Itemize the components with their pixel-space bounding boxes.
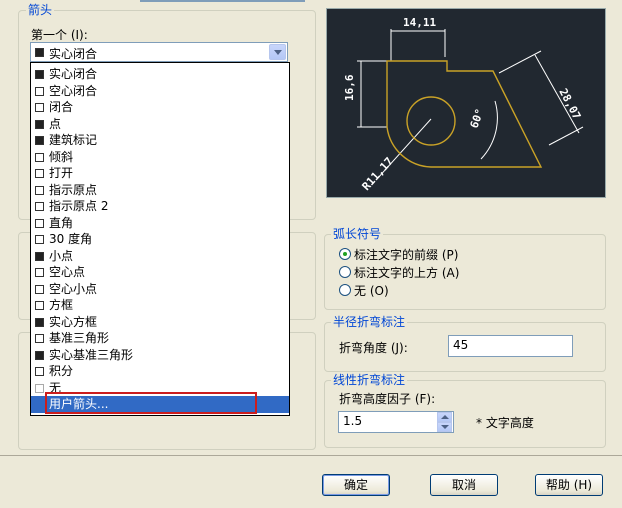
none-icon	[35, 383, 44, 393]
arrows-group-title: 箭头	[26, 3, 55, 17]
spin-up-icon[interactable]	[437, 412, 452, 422]
right-angle-icon	[35, 218, 44, 228]
radio-above-label[interactable]: 标注文字的上方 (A)	[354, 264, 459, 281]
arrow-option[interactable]: 实心闭合	[31, 66, 289, 83]
datum-filled-icon	[35, 350, 44, 360]
arrow-option[interactable]: 实心方框	[31, 314, 289, 331]
chevron-down-icon[interactable]	[269, 44, 286, 60]
solid-closed-arrow-icon	[35, 70, 44, 79]
arrow-option[interactable]: 方框	[31, 297, 289, 314]
arrow-option[interactable]: 直角	[31, 215, 289, 232]
jog-angle-input[interactable]: 45	[448, 335, 573, 357]
ok-button[interactable]: 确定	[322, 474, 390, 496]
arch-tick-icon	[35, 136, 44, 145]
arrow-option[interactable]: 打开	[31, 165, 289, 182]
box-blank-icon	[35, 301, 44, 310]
arrow-option[interactable]: 指示原点	[31, 182, 289, 199]
closed-blank-arrow-icon	[35, 86, 44, 96]
tab-strip	[0, 0, 622, 4]
dim-radius-label: R11,17	[360, 155, 396, 193]
arrow-option[interactable]: 基准三角形	[31, 330, 289, 347]
text-height-suffix: * 文字高度	[476, 416, 534, 430]
spin-down-icon[interactable]	[437, 422, 452, 432]
box-filled-icon	[35, 317, 44, 327]
radio-above[interactable]	[339, 266, 351, 278]
radio-none-label[interactable]: 无 (O)	[354, 282, 389, 299]
highlight-box	[45, 392, 257, 414]
arrow-option[interactable]: 指示原点 2	[31, 198, 289, 215]
dim-top-label: 14,11	[403, 16, 436, 29]
jog-angle-label: 折弯角度 (J):	[339, 341, 408, 355]
arrow-option[interactable]: 实心基准三角形	[31, 347, 289, 364]
tab-edge	[140, 0, 305, 2]
arrow-option[interactable]: 小点	[31, 248, 289, 265]
oblique-icon	[35, 152, 44, 162]
cancel-button[interactable]: 取消	[430, 474, 498, 496]
open-30-icon	[35, 235, 44, 244]
radius-jog-title: 半径折弯标注	[331, 315, 408, 329]
arrow-option[interactable]: 积分	[31, 363, 289, 380]
first-arrow-label: 第一个 (I):	[31, 28, 88, 42]
dim-angle-label: 60°	[468, 107, 487, 130]
radio-prefix-label[interactable]: 标注文字的前缀 (P)	[354, 246, 458, 263]
origin-indicator-2-icon	[35, 202, 44, 211]
arrow-option[interactable]: 倾斜	[31, 149, 289, 166]
preview-drawing: 14,11 16,6 28,07 60° R11,17	[343, 16, 583, 193]
dot-icon	[35, 119, 44, 129]
footer-separator	[0, 455, 622, 456]
open-arrow-icon	[35, 169, 44, 178]
arrow-option[interactable]: 空心闭合	[31, 83, 289, 100]
arc-symbol-title: 弧长符号	[331, 227, 384, 241]
solid-closed-arrow-icon	[35, 48, 44, 57]
jog-height-label: 折弯高度因子 (F):	[339, 392, 436, 406]
first-arrow-value: 实心闭合	[49, 47, 98, 61]
dot-small-blank-icon	[35, 284, 44, 294]
linear-jog-title: 线性折弯标注	[331, 373, 408, 387]
arrow-option[interactable]: 点	[31, 116, 289, 133]
dim-left-label: 16,6	[343, 74, 356, 101]
arrow-option[interactable]: 空心点	[31, 264, 289, 281]
arrow-option[interactable]: 30 度角	[31, 231, 289, 248]
arrow-option[interactable]: 空心小点	[31, 281, 289, 298]
arrow-dropdown-list[interactable]: 实心闭合 空心闭合 闭合 点 建筑标记 倾斜 打开 指示原点 指示原点 2 直角…	[30, 62, 290, 416]
closed-arrow-icon	[35, 103, 44, 112]
radio-none[interactable]	[339, 284, 351, 296]
arrow-option[interactable]: 闭合	[31, 99, 289, 116]
dot-blank-icon	[35, 268, 44, 277]
datum-blank-icon	[35, 334, 44, 343]
dot-small-icon	[35, 251, 44, 261]
help-button[interactable]: 帮助 (H)	[535, 474, 603, 496]
radio-prefix[interactable]	[339, 248, 351, 260]
arrow-option[interactable]: 建筑标记	[31, 132, 289, 149]
jog-height-spinner[interactable]	[437, 412, 452, 432]
integral-icon	[35, 367, 44, 376]
origin-indicator-icon	[35, 185, 44, 195]
first-arrow-combo[interactable]: 实心闭合	[30, 42, 288, 62]
dimension-preview: 14,11 16,6 28,07 60° R11,17	[326, 8, 606, 198]
dim-right-label: 28,07	[556, 86, 583, 121]
